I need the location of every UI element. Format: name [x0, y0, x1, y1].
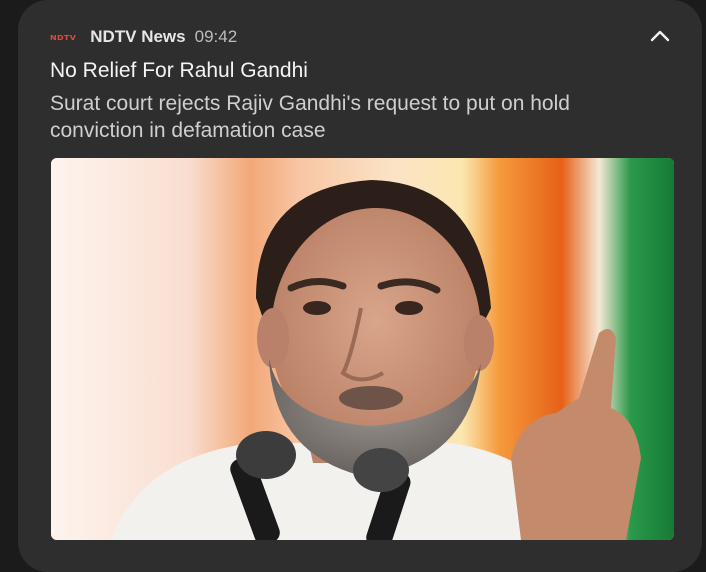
app-name: NDTV News — [90, 27, 186, 46]
ndtv-app-icon: NDTV — [50, 32, 77, 42]
notification-image[interactable] — [51, 158, 674, 540]
notification-title: No Relief For Rahul Gandhi — [50, 59, 308, 82]
collapse-button[interactable] — [644, 22, 676, 50]
notification-header: NDTV NDTV News 09:42 — [50, 25, 237, 49]
notification-body: Surat court rejects Rajiv Gandhi's reque… — [50, 92, 570, 142]
chevron-up-icon — [650, 30, 670, 42]
notification-time: 09:42 — [194, 27, 238, 46]
